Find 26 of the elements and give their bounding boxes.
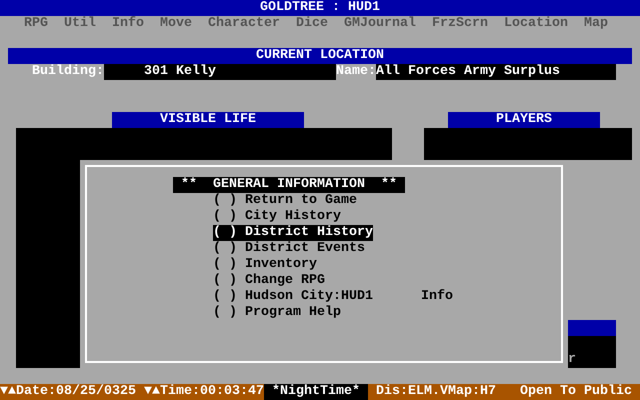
menu-option[interactable]: ( ) City History [213,209,341,225]
district-text: Dis:ELM.VMap:H7 [375,384,497,400]
building-field[interactable]: 301 Kelly [104,64,336,80]
menu-option[interactable]: ( ) Change RPG [213,273,325,289]
panel-text: r [568,352,576,368]
date-text: ▼▲Date:08/25/0325 [0,384,137,400]
menu-option[interactable]: ( ) Return to Game [213,193,357,209]
panel-header-bar [568,320,616,336]
menu-option[interactable]: ( ) District Events [213,241,365,257]
menu-option[interactable]: ( ) Inventory [213,257,317,273]
time-text: ▼▲Time:00:03:47 [144,384,264,400]
dialog-title: ** GENERAL INFORMATION ** [173,177,405,193]
title-bar: GOLDTREE : HUD1 [0,0,640,16]
name-field[interactable]: All Forces Army Surplus [376,64,616,80]
option-note: Info [420,289,453,305]
side-panel [568,336,616,368]
menu-option[interactable]: ( ) Hudson City:HUD1 [213,289,373,305]
menu-option[interactable]: ( ) District History [213,225,373,241]
section-header: CURRENT LOCATION [8,48,632,64]
menu-option[interactable]: ( ) Program Help [213,305,341,321]
panel-header: PLAYERS [448,112,600,128]
field-label: Name: [336,64,376,80]
panel-header: VISIBLE LIFE [112,112,304,128]
period-text: *NightTime* [264,384,368,400]
field-label: Building: [31,64,104,80]
access-text: Open To Public [519,384,632,400]
